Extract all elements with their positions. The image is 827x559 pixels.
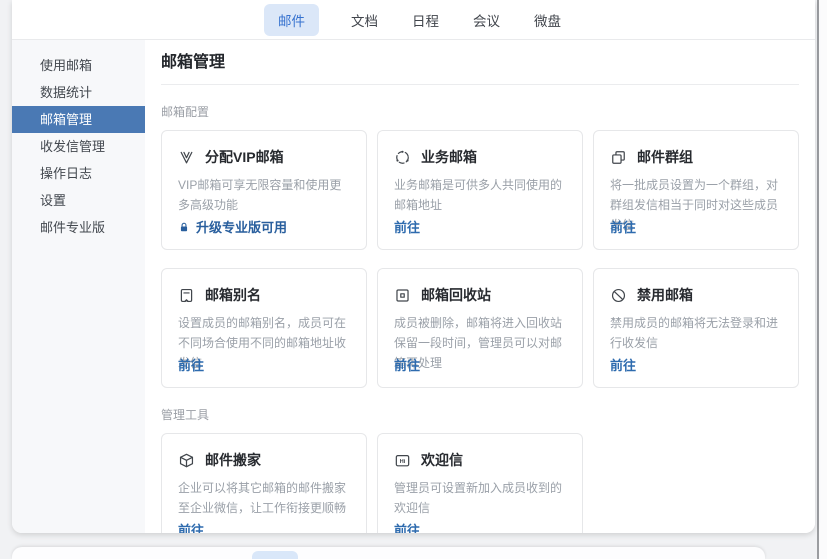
sidebar-item-邮箱管理[interactable]: 邮箱管理	[12, 106, 145, 133]
card-title: 欢迎信	[421, 450, 463, 470]
footer-label: 前往	[610, 355, 636, 374]
footer-label: 前往	[394, 355, 420, 374]
card-邮箱别名: 邮箱别名设置成员的邮箱别名，成员可在不同场合使用不同的邮箱地址收发信前往	[161, 268, 367, 388]
card-邮箱回收站: 邮箱回收站成员被删除，邮箱将进入回收站保留一段时间，管理员可以对邮箱再处理前往	[377, 268, 583, 388]
card-业务邮箱: 业务邮箱业务邮箱是可供多人共同使用的邮箱地址前往	[377, 130, 583, 250]
go-link[interactable]: 前往	[394, 355, 420, 374]
hi-letter-icon: Hi	[394, 452, 411, 469]
go-link[interactable]: 前往	[394, 217, 420, 236]
upgrade-link[interactable]: 升级专业版可用	[178, 217, 287, 236]
footer-label: 前往	[178, 520, 204, 533]
tab-文档[interactable]: 文档	[349, 4, 380, 36]
card-分配VIP邮箱: 分配VIP邮箱 VIP邮箱可享无限容量和使用更多高级功能升级专业版可用	[161, 130, 367, 250]
tab-邮件[interactable]: 邮件	[264, 4, 319, 36]
title-divider	[161, 84, 799, 85]
card-grid: 分配VIP邮箱VIP邮箱可享无限容量和使用更多高级功能升级专业版可用业务邮箱业务…	[161, 130, 799, 388]
sidebar-item-邮件专业版[interactable]: 邮件专业版	[12, 214, 145, 241]
footer-label: 前往	[178, 355, 204, 374]
alias-tag-icon	[178, 287, 195, 304]
footer-label: 升级专业版可用	[196, 217, 287, 236]
card-欢迎信: Hi 欢迎信管理员可设置新加入成员收到的欢迎信前往	[377, 433, 583, 533]
footer-label: 前往	[394, 520, 420, 533]
sidebar-item-操作日志[interactable]: 操作日志	[12, 160, 145, 187]
recycle-bin-icon	[394, 287, 411, 304]
main-content: 邮箱管理 邮箱配置分配VIP邮箱 VIP邮箱可享无限容量和使用更多高级功能升级专业…	[145, 40, 815, 533]
go-link[interactable]: 前往	[178, 520, 204, 533]
sidebar-item-数据统计[interactable]: 数据统计	[12, 79, 145, 106]
card-title: 分配VIP邮箱	[205, 147, 284, 167]
sidebar-item-收发信管理[interactable]: 收发信管理	[12, 133, 145, 160]
card-邮件搬家: 邮件搬家企业可以将其它邮箱的邮件搬家至企业微信，让工作衔接更顺畅前往	[161, 433, 367, 533]
card-title: 业务邮箱	[421, 147, 477, 167]
card-title: 邮件搬家	[205, 450, 261, 470]
card-description: 禁用成员的邮箱将无法登录和进行收发信	[610, 314, 782, 354]
mail-group-icon	[610, 149, 627, 166]
card-title: 邮箱回收站	[421, 285, 491, 305]
top-nav: 邮件文档日程会议微盘	[12, 0, 815, 40]
go-link[interactable]: 前往	[610, 217, 636, 236]
section-label: 管理工具	[161, 406, 799, 423]
card-title: 邮箱别名	[205, 285, 261, 305]
svg-text:Hi: Hi	[400, 459, 406, 465]
lock-icon	[178, 221, 190, 233]
tab-日程[interactable]: 日程	[410, 4, 441, 36]
background-window[interactable]	[12, 547, 765, 559]
footer-label: 前往	[610, 217, 636, 236]
card-description: VIP邮箱可享无限容量和使用更多高级功能	[178, 176, 350, 216]
card-description: 企业可以将其它邮箱的邮件搬家至企业微信，让工作衔接更顺畅	[178, 479, 350, 519]
sidebar-item-设置[interactable]: 设置	[12, 187, 145, 214]
tab-微盘[interactable]: 微盘	[532, 4, 563, 36]
vip-v-icon	[178, 149, 195, 166]
card-邮件群组: 邮件群组将一批成员设置为一个群组，对群组发信相当于同时对这些成员发信前往	[593, 130, 799, 250]
card-grid: 邮件搬家企业可以将其它邮箱的邮件搬家至企业微信，让工作衔接更顺畅前往Hi欢迎信管…	[161, 433, 799, 533]
card-title: 禁用邮箱	[637, 285, 693, 305]
card-description: 管理员可设置新加入成员收到的欢迎信	[394, 479, 566, 519]
card-禁用邮箱: 禁用邮箱禁用成员的邮箱将无法登录和进行收发信前往	[593, 268, 799, 388]
tab-会议[interactable]: 会议	[471, 4, 502, 36]
package-box-icon	[178, 452, 195, 469]
card-title: 邮件群组	[637, 147, 693, 167]
background-window-tab-pill	[252, 551, 298, 559]
go-link[interactable]: 前往	[610, 355, 636, 374]
sidebar-item-使用邮箱[interactable]: 使用邮箱	[12, 52, 145, 79]
shared-mailbox-icon	[394, 149, 411, 166]
go-link[interactable]: 前往	[178, 355, 204, 374]
footer-label: 前往	[394, 217, 420, 236]
background-window-right-edge	[817, 0, 827, 559]
top-nav-tabs: 邮件文档日程会议微盘	[264, 4, 563, 36]
disable-icon	[610, 287, 627, 304]
page-title: 邮箱管理	[161, 40, 799, 74]
go-link[interactable]: 前往	[394, 520, 420, 533]
card-description: 业务邮箱是可供多人共同使用的邮箱地址	[394, 176, 566, 216]
section-label: 邮箱配置	[161, 103, 799, 120]
app-window: 邮件文档日程会议微盘 使用邮箱数据统计邮箱管理收发信管理操作日志设置邮件专业版 …	[12, 0, 815, 533]
sidebar: 使用邮箱数据统计邮箱管理收发信管理操作日志设置邮件专业版	[12, 40, 145, 533]
